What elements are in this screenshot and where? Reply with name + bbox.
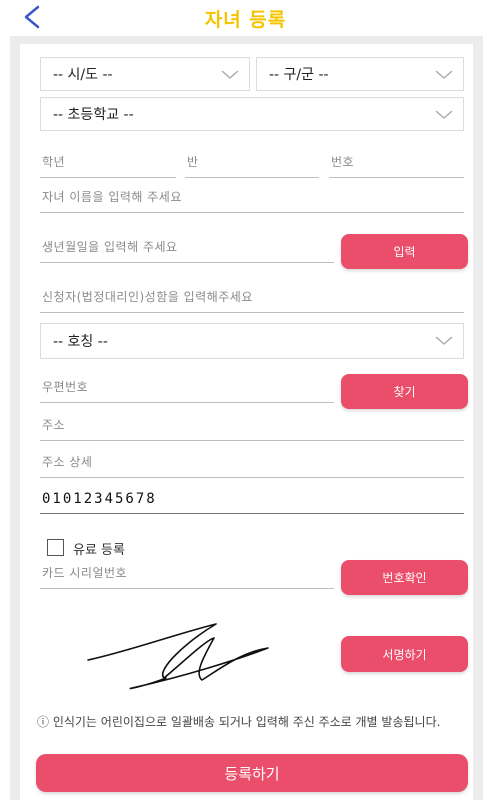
address-detail-placeholder: 주소 상세 xyxy=(42,455,93,469)
sido-select[interactable]: -- 시/도 -- xyxy=(40,57,250,91)
grade-placeholder: 학년 xyxy=(42,155,66,169)
delivery-notice: ⓘ 인식기는 어린이집으로 일괄배송 되거나 입력해 주신 주소로 개별 발송됩… xyxy=(37,715,441,729)
address-input[interactable]: 주소 xyxy=(40,413,464,441)
card-serial-placeholder: 카드 시리얼번호 xyxy=(42,566,128,580)
birthdate-input[interactable]: 생년월일을 입력해 주세요 xyxy=(40,235,334,263)
phone-value: 01012345678 xyxy=(42,491,157,507)
relation-select-value: -- 호칭 -- xyxy=(53,334,108,350)
find-address-button[interactable]: 찾기 xyxy=(341,374,468,409)
chevron-down-icon xyxy=(435,110,453,119)
address-detail-input[interactable]: 주소 상세 xyxy=(40,450,464,478)
signature-pad[interactable] xyxy=(36,612,332,702)
child-name-placeholder: 자녀 이름을 입력해 주세요 xyxy=(42,190,182,204)
school-select[interactable]: -- 초등학교 -- xyxy=(40,97,464,131)
class-input[interactable]: 반 xyxy=(185,150,319,178)
number-input[interactable]: 번호 xyxy=(329,150,464,178)
gugun-select[interactable]: -- 구/군 -- xyxy=(256,57,464,91)
zipcode-placeholder: 우편번호 xyxy=(42,380,89,394)
register-button[interactable]: 등록하기 xyxy=(36,754,468,792)
chevron-down-icon xyxy=(221,70,239,79)
child-name-input[interactable]: 자녀 이름을 입력해 주세요 xyxy=(40,185,464,213)
applicant-name-placeholder: 신청자(법정대리인)성함을 입력해주세요 xyxy=(42,290,253,304)
birthdate-input-button[interactable]: 입력 xyxy=(341,234,468,269)
address-placeholder: 주소 xyxy=(42,418,66,432)
relation-select[interactable]: -- 호칭 -- xyxy=(40,323,464,359)
paid-registration-checkbox[interactable] xyxy=(47,539,64,556)
gugun-select-value: -- 구/군 -- xyxy=(269,67,329,83)
number-placeholder: 번호 xyxy=(331,155,355,169)
signature-stroke xyxy=(87,623,269,690)
grade-input[interactable]: 학년 xyxy=(40,150,176,178)
sido-select-value: -- 시/도 -- xyxy=(53,67,113,83)
zipcode-input[interactable]: 우편번호 xyxy=(40,375,334,403)
chevron-down-icon xyxy=(435,336,453,345)
birthdate-placeholder: 생년월일을 입력해 주세요 xyxy=(42,240,178,254)
header-bar: 자녀 등록 xyxy=(0,0,491,36)
phone-input[interactable]: 01012345678 xyxy=(40,486,464,514)
class-placeholder: 반 xyxy=(187,155,199,169)
sign-button[interactable]: 서명하기 xyxy=(341,636,468,672)
school-select-value: -- 초등학교 -- xyxy=(53,107,134,123)
chevron-down-icon xyxy=(435,70,453,79)
applicant-name-input[interactable]: 신청자(법정대리인)성함을 입력해주세요 xyxy=(40,285,464,313)
page-title: 자녀 등록 xyxy=(204,9,287,31)
verify-number-button[interactable]: 번호확인 xyxy=(341,560,468,595)
card-serial-input[interactable]: 카드 시리얼번호 xyxy=(40,561,334,589)
paid-registration-label: 유료 등록 xyxy=(73,543,125,558)
